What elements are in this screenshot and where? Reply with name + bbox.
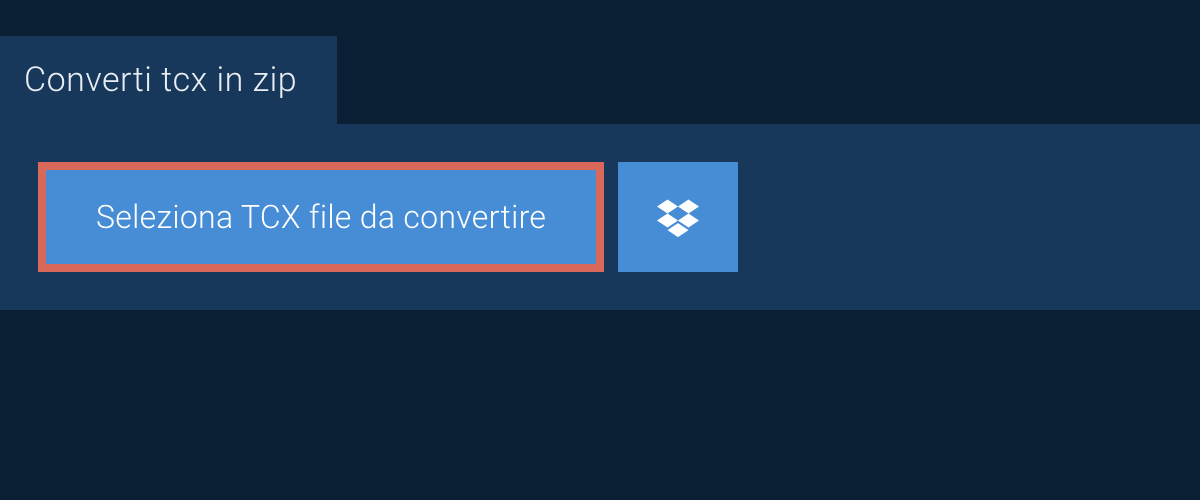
dropbox-button[interactable] (618, 162, 738, 272)
select-file-button[interactable]: Seleziona TCX file da convertire (38, 162, 604, 272)
dropbox-icon (657, 196, 699, 238)
button-row: Seleziona TCX file da convertire (38, 162, 1162, 272)
page-tab: Converti tcx in zip (0, 36, 337, 124)
upload-panel: Seleziona TCX file da convertire (0, 124, 1200, 310)
page-tab-label: Converti tcx in zip (24, 60, 297, 100)
select-file-button-label: Seleziona TCX file da convertire (96, 198, 546, 236)
